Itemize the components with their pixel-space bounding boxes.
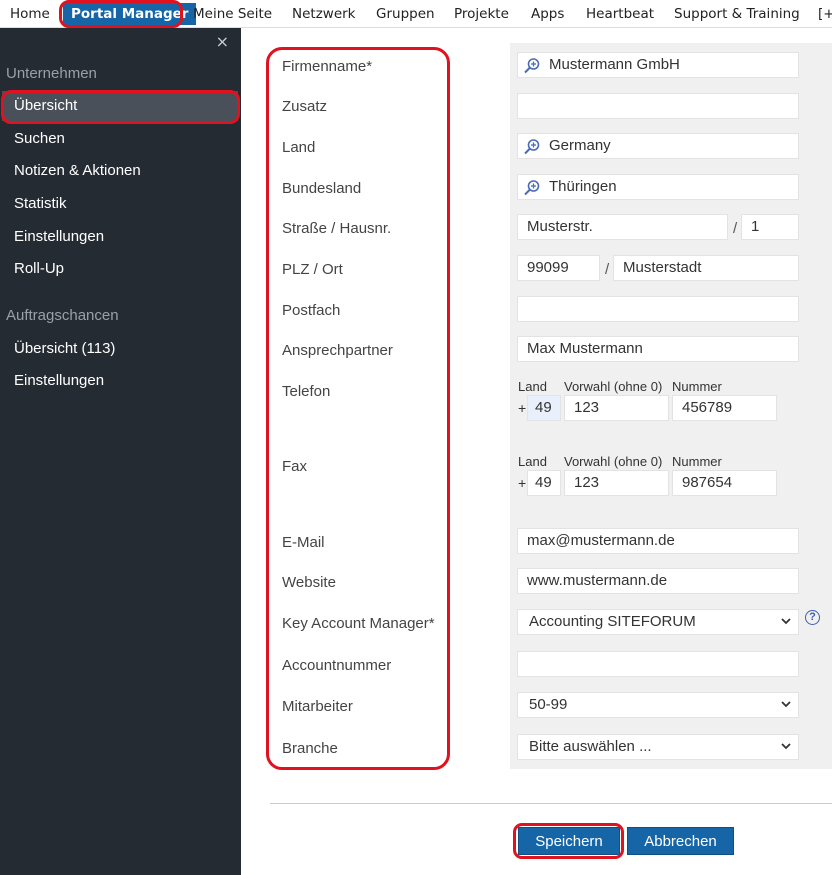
fax-nummer-header: Nummer — [672, 454, 722, 469]
fax-vorwahl-header: Vorwahl (ohne 0) — [564, 454, 663, 469]
nav-home[interactable]: Home — [10, 0, 50, 28]
land-value: Germany — [549, 137, 611, 154]
zusatz-field[interactable] — [517, 93, 799, 119]
close-icon[interactable]: × — [216, 32, 229, 51]
sidebar-item-rollup[interactable]: Roll-Up — [14, 260, 64, 277]
label-postfach: Postfach — [282, 302, 341, 319]
lookup-icon[interactable] — [523, 57, 541, 75]
nav-heartbeat[interactable]: Heartbeat — [586, 0, 654, 28]
label-firmenname: Firmenname* — [282, 58, 373, 75]
label-key-account-manager: Key Account Manager* — [282, 615, 435, 632]
slash-separator: / — [733, 220, 738, 237]
hausnr-field[interactable]: 1 — [741, 214, 799, 240]
mitarbeiter-select[interactable]: 50-99 — [517, 692, 799, 718]
label-mitarbeiter: Mitarbeiter — [282, 698, 353, 715]
strasse-field[interactable]: Musterstr. — [517, 214, 728, 240]
nav-more[interactable]: [+ — [818, 0, 832, 28]
telefon-nummer-field[interactable]: 456789 — [672, 395, 777, 421]
sidebar-item-statistik[interactable]: Statistik — [14, 195, 67, 212]
sidebar-item-einstellungen[interactable]: Einstellungen — [14, 228, 104, 245]
bundesland-value: Thüringen — [549, 178, 617, 195]
label-email: E-Mail — [282, 534, 325, 551]
nav-gruppen[interactable]: Gruppen — [376, 0, 435, 28]
sidebar-item-uebersicht-113[interactable]: Übersicht (113) — [14, 340, 115, 357]
email-field[interactable]: max@mustermann.de — [517, 528, 799, 554]
label-fax: Fax — [282, 458, 308, 475]
label-website: Website — [282, 574, 336, 591]
firmenname-field[interactable]: Mustermann GmbH — [517, 52, 799, 78]
branche-select[interactable]: Bitte auswählen ... — [517, 734, 799, 760]
fax-land-header: Land — [518, 454, 547, 469]
label-accountnummer: Accountnummer — [282, 657, 392, 674]
cancel-button[interactable]: Abbrechen — [627, 827, 734, 855]
nav-netzwerk[interactable]: Netzwerk — [292, 0, 356, 28]
top-navigation: Home Portal Manager Meine Seite Netzwerk… — [0, 0, 832, 28]
chevron-down-icon — [781, 743, 791, 750]
sidebar-item-notizen[interactable]: Notizen & Aktionen — [14, 162, 141, 179]
divider — [270, 803, 832, 804]
telefon-land-header: Land — [518, 379, 547, 394]
lookup-icon[interactable] — [523, 179, 541, 197]
sidebar: × Unternehmen Übersicht Suchen Notizen &… — [0, 28, 241, 875]
slash-separator: / — [605, 261, 610, 278]
telefon-plus: + — [518, 400, 527, 416]
label-ansprechpartner: Ansprechpartner — [282, 342, 393, 359]
plz-field[interactable]: 99099 — [517, 255, 600, 281]
sidebar-item-einstellungen-2[interactable]: Einstellungen — [14, 372, 104, 389]
ansprechpartner-field[interactable]: Max Mustermann — [517, 336, 799, 362]
nav-meine-seite[interactable]: Meine Seite — [193, 0, 272, 28]
fax-plus: + — [518, 475, 527, 491]
label-land: Land — [282, 139, 316, 156]
lookup-icon[interactable] — [523, 138, 541, 156]
save-button[interactable]: Speichern — [518, 827, 620, 855]
label-bundesland: Bundesland — [282, 180, 362, 197]
label-zusatz: Zusatz — [282, 98, 328, 115]
label-branche: Branche — [282, 740, 338, 757]
land-field[interactable]: Germany — [517, 133, 799, 159]
sidebar-item-suchen[interactable]: Suchen — [14, 130, 65, 147]
ort-field[interactable]: Musterstadt — [613, 255, 799, 281]
nav-projekte[interactable]: Projekte — [454, 0, 509, 28]
telefon-land-field[interactable]: 49 — [527, 395, 561, 421]
fax-nummer-field[interactable]: 987654 — [672, 470, 777, 496]
bundesland-field[interactable]: Thüringen — [517, 174, 799, 200]
nav-apps[interactable]: Apps — [531, 0, 564, 28]
mitarbeiter-value: 50-99 — [529, 696, 568, 713]
firmenname-value: Mustermann GmbH — [549, 56, 680, 73]
key-account-manager-select[interactable]: Accounting SITEFORUM — [517, 609, 799, 635]
nav-support-training[interactable]: Support & Training — [674, 0, 800, 28]
sidebar-item-uebersicht[interactable]: Übersicht — [14, 97, 77, 114]
chevron-down-icon — [781, 618, 791, 625]
website-field[interactable]: www.mustermann.de — [517, 568, 799, 594]
telefon-nummer-header: Nummer — [672, 379, 722, 394]
section-auftragschancen: Auftragschancen — [6, 307, 119, 324]
label-strasse: Straße / Hausnr. — [282, 220, 392, 237]
fax-vorwahl-field[interactable]: 123 — [564, 470, 669, 496]
postfach-field[interactable] — [517, 296, 799, 322]
fax-land-field[interactable]: 49 — [527, 470, 561, 496]
section-unternehmen: Unternehmen — [6, 65, 97, 82]
nav-portal-manager[interactable]: Portal Manager — [63, 3, 197, 25]
telefon-vorwahl-header: Vorwahl (ohne 0) — [564, 379, 663, 394]
telefon-vorwahl-field[interactable]: 123 — [564, 395, 669, 421]
label-telefon: Telefon — [282, 383, 331, 400]
help-icon[interactable]: ? — [805, 610, 820, 625]
branche-value: Bitte auswählen ... — [529, 738, 652, 755]
chevron-down-icon — [781, 701, 791, 708]
accountnummer-field[interactable] — [517, 651, 799, 677]
label-plz-ort: PLZ / Ort — [282, 261, 343, 278]
kam-value: Accounting SITEFORUM — [529, 613, 696, 630]
